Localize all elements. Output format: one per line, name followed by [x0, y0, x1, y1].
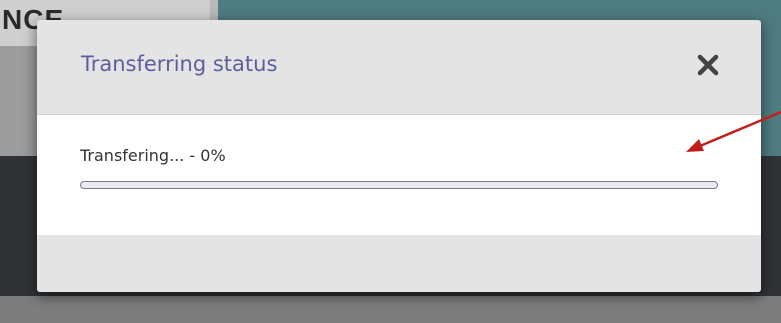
modal-footer: [37, 235, 761, 292]
transfer-status-modal: Transferring status Transfering... - 0%: [37, 20, 761, 292]
close-icon: [697, 54, 719, 76]
close-button[interactable]: [693, 50, 723, 80]
modal-body: Transfering... - 0%: [37, 115, 761, 235]
background-bottom: [0, 296, 781, 323]
modal-title: Transferring status: [81, 52, 278, 76]
modal-header: Transferring status: [37, 20, 761, 115]
progress-label: Transfering... - 0%: [80, 146, 226, 165]
progress-bar: [80, 181, 718, 189]
